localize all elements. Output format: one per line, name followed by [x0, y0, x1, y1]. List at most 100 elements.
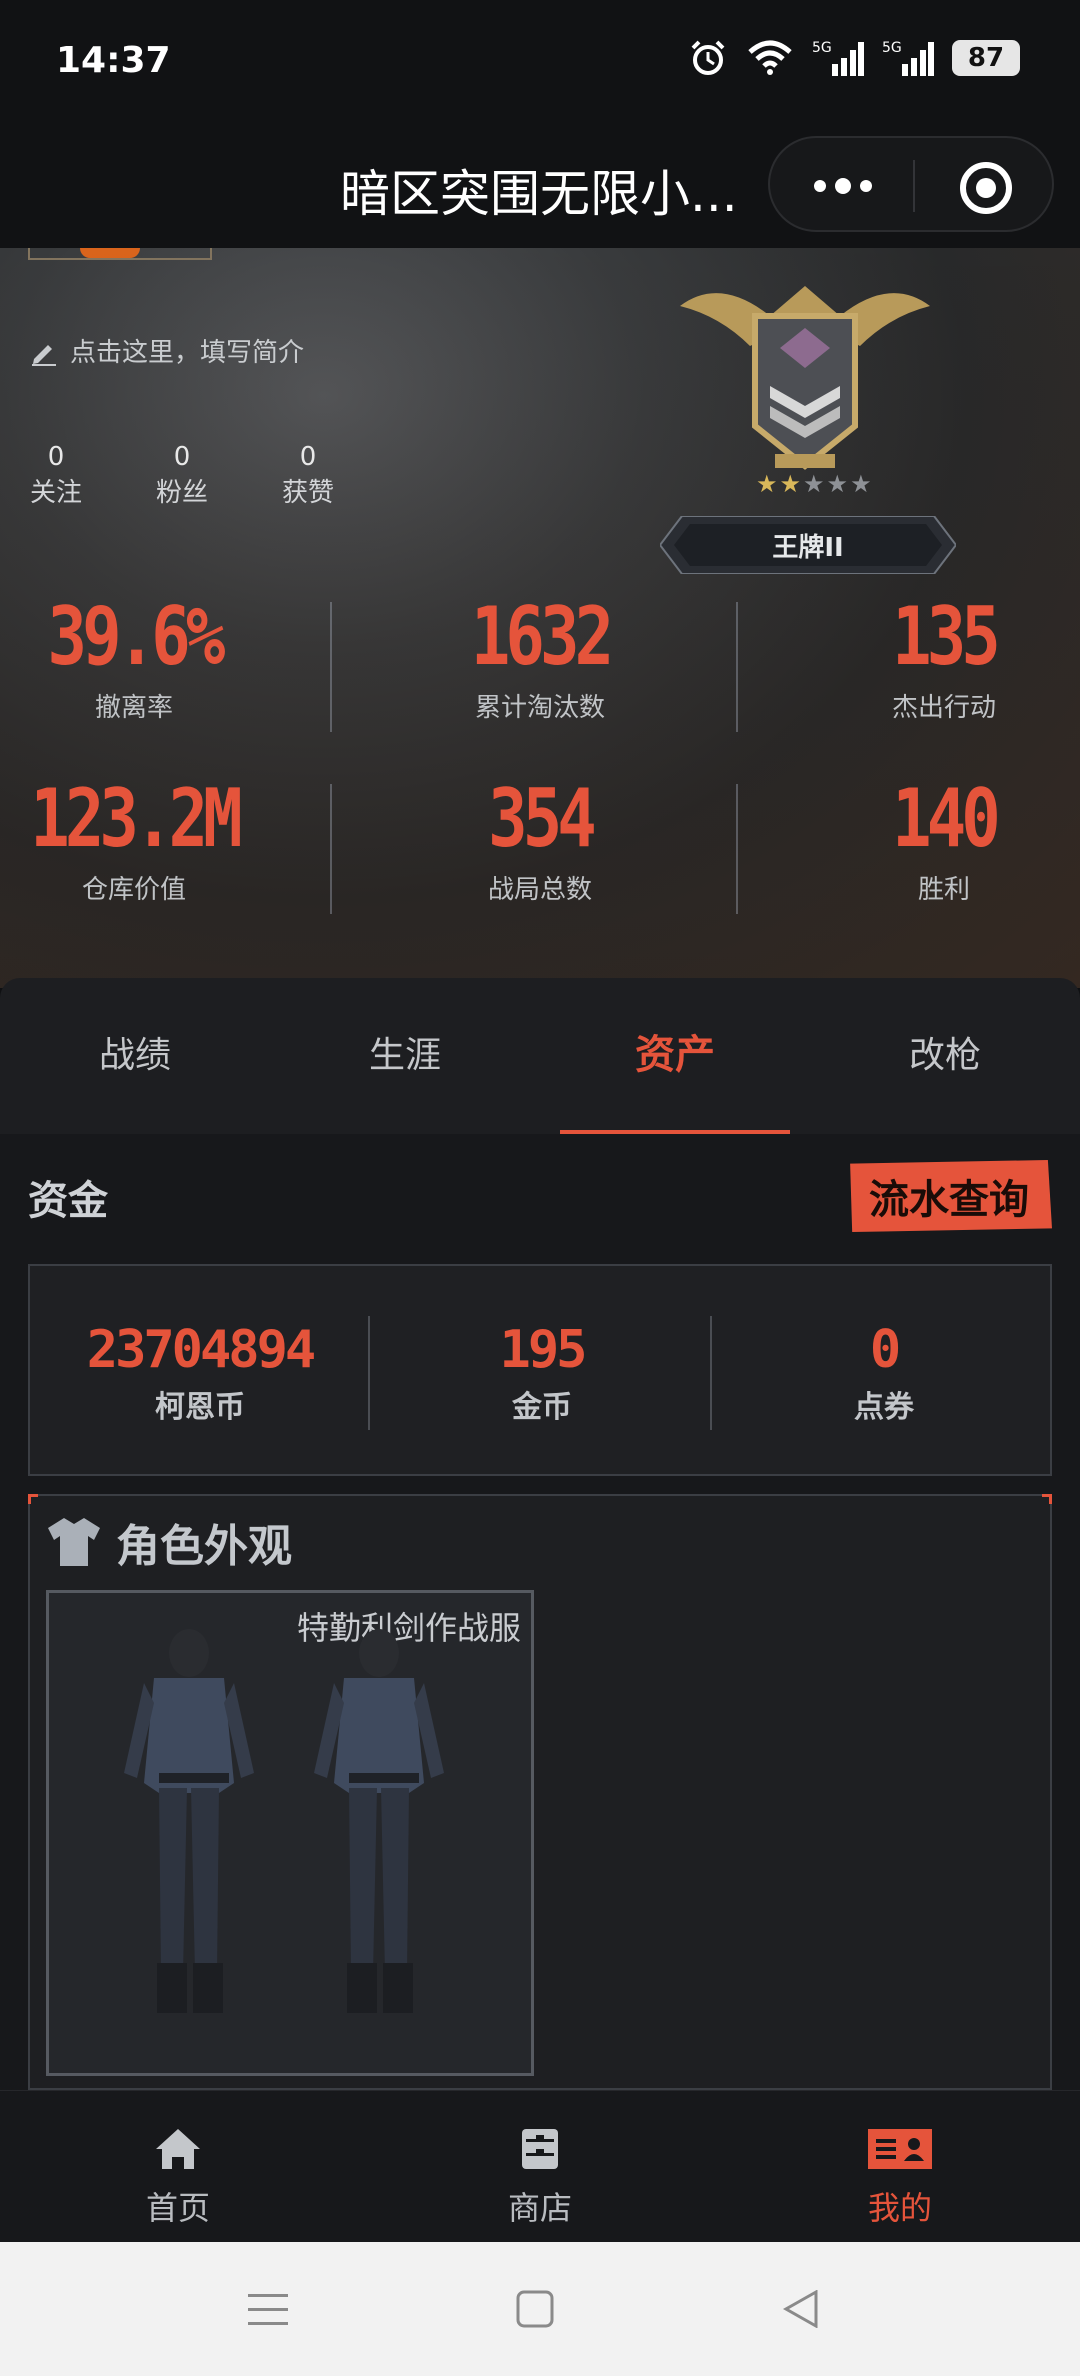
- stat-value: 1632: [470, 590, 614, 683]
- rank-plate: 王牌II: [660, 516, 956, 574]
- battery-indicator: 87: [952, 40, 1020, 76]
- star-empty-icon: ★: [803, 470, 827, 498]
- system-nav-bar: [0, 2242, 1080, 2376]
- nav-shop[interactable]: 商店: [440, 2127, 640, 2229]
- nav-mine[interactable]: 我的: [800, 2127, 1000, 2229]
- stat-value: 39.6%: [47, 590, 226, 683]
- signal-icon: 5G: [812, 40, 864, 76]
- page: { "status": {"time": "14:37", "battery":…: [0, 0, 1080, 2376]
- stat-total-matches: 354 战局总数: [360, 772, 720, 906]
- follow-count[interactable]: 0 关注: [28, 442, 84, 509]
- tab-career[interactable]: 生涯: [270, 1026, 540, 1078]
- fund-label: 柯恩币: [155, 1390, 245, 1425]
- follow-count-label: 关注: [29, 478, 82, 508]
- bottom-nav: 首页 商店 我的: [0, 2090, 1080, 2242]
- more-icon[interactable]: [808, 168, 878, 204]
- assets-panel: 资金 流水查询 23704894 柯恩币 195 金币 0 点券 角色外观 特勤…: [0, 1134, 1080, 2090]
- home-icon: [156, 2129, 200, 2169]
- fund-divider: [710, 1316, 712, 1430]
- outfit-title-text: 角色外观: [116, 1521, 292, 1572]
- fund-divider: [368, 1316, 370, 1430]
- status-time: 14:37: [56, 40, 171, 81]
- fund-coupon: 0 点券: [714, 1320, 1054, 1426]
- stat-value: 135: [892, 590, 1001, 683]
- stat-divider: [330, 602, 332, 732]
- tab-gunsmith[interactable]: 改枪: [810, 1026, 1080, 1078]
- follow-count-value: 0: [47, 442, 65, 472]
- home-square-icon[interactable]: [516, 2290, 554, 2328]
- edit-icon: [32, 344, 56, 366]
- stat-label: 杰出行动: [891, 693, 996, 723]
- outfit-card[interactable]: 特勤利剑作战服: [46, 1590, 534, 2076]
- stat-value: 354: [488, 772, 597, 865]
- shirt-icon: [48, 1518, 100, 1566]
- stat-divider: [736, 784, 738, 914]
- miniprogram-capsule: [768, 136, 1054, 232]
- funds-card: 23704894 柯恩币 195 金币 0 点券: [28, 1264, 1052, 1476]
- tab-record[interactable]: 战绩: [0, 1026, 270, 1078]
- stat-outstanding: 135 杰出行动: [764, 590, 1080, 724]
- profile-hero: 点击这里，填写简介 0 关注 0 粉丝 0 获赞 ★★★★★ 王牌II 39.6…: [0, 248, 1080, 988]
- fund-value: 0: [869, 1320, 901, 1380]
- avatar[interactable]: [28, 248, 212, 260]
- stat-label: 撤离率: [94, 693, 173, 723]
- wifi-icon: [748, 40, 792, 75]
- profile-card-icon: [868, 2129, 932, 2169]
- outfit-section: 角色外观 特勤利剑作战服: [28, 1494, 1052, 2090]
- star-filled-icon: ★: [756, 470, 780, 498]
- fund-label: 点券: [854, 1390, 914, 1425]
- corner-accent: [1042, 1494, 1052, 1504]
- stat-total-kills: 1632 累计淘汰数: [360, 590, 720, 724]
- nav-home[interactable]: 首页: [78, 2127, 278, 2229]
- shop-icon: [522, 2129, 558, 2169]
- stat-warehouse-value: 123.2M 仓库价值: [0, 772, 314, 906]
- stat-value: 140: [892, 772, 1001, 865]
- capsule-divider: [913, 160, 915, 212]
- tab-bar: 战绩 生涯 资产 改枪: [0, 978, 1080, 1134]
- stat-wins: 140 胜利: [764, 772, 1080, 906]
- nav-mine-label: 我的: [867, 2189, 932, 2227]
- fund-value: 23704894: [86, 1320, 316, 1380]
- ledger-query-button[interactable]: 流水查询: [850, 1160, 1052, 1232]
- corner-accent: [28, 1494, 38, 1504]
- stat-divider: [736, 602, 738, 732]
- likes-count-label: 获赞: [281, 478, 334, 508]
- stat-label: 仓库价值: [81, 875, 186, 905]
- fans-count[interactable]: 0 粉丝: [154, 442, 210, 509]
- stat-extract-rate: 39.6% 撤离率: [0, 590, 314, 724]
- status-icons: 5G 5G 87: [688, 38, 1020, 78]
- star-filled-icon: ★: [779, 470, 804, 498]
- tab-assets[interactable]: 资产: [540, 1022, 810, 1080]
- stat-value: 123.2M: [30, 772, 242, 865]
- funds-title: 资金: [28, 1178, 108, 1224]
- bio-prompt-text: 点击这里，填写简介: [70, 338, 305, 368]
- star-empty-icon: ★: [826, 470, 851, 498]
- character-figure-icon: [124, 1629, 444, 2013]
- rank-badge-icon: [680, 286, 930, 470]
- menu-icon[interactable]: [248, 2292, 288, 2328]
- page-title: 暗区突围无限小...: [340, 165, 738, 223]
- rank-stars: ★★★★★: [756, 470, 874, 498]
- rank-name: 王牌II: [772, 532, 844, 563]
- close-miniprogram-icon[interactable]: [960, 162, 1012, 214]
- back-icon[interactable]: [782, 2290, 820, 2328]
- fans-count-value: 0: [173, 442, 191, 472]
- fund-label: 金币: [512, 1390, 572, 1425]
- stat-label: 战局总数: [487, 875, 592, 905]
- likes-count-value: 0: [299, 442, 317, 472]
- stat-label: 胜利: [917, 875, 970, 905]
- likes-count[interactable]: 0 获赞: [280, 442, 336, 509]
- svg-text:5G: 5G: [812, 40, 832, 56]
- nav-home-label: 首页: [145, 2189, 210, 2227]
- signal-icon-2: 5G: [882, 40, 934, 76]
- svg-text:5G: 5G: [882, 40, 902, 56]
- stat-divider: [330, 784, 332, 914]
- alarm-icon: [691, 40, 725, 75]
- fund-value: 195: [499, 1320, 588, 1380]
- star-empty-icon: ★: [850, 470, 874, 498]
- fund-koen-coin: 23704894 柯恩币: [30, 1320, 370, 1426]
- status-bar: 14:37 5G 5G 87: [0, 0, 1080, 128]
- bio-prompt[interactable]: 点击这里，填写简介: [28, 332, 304, 369]
- outfit-title: 角色外观: [46, 1510, 292, 1574]
- social-counts: 0 关注 0 粉丝 0 获赞: [28, 442, 336, 509]
